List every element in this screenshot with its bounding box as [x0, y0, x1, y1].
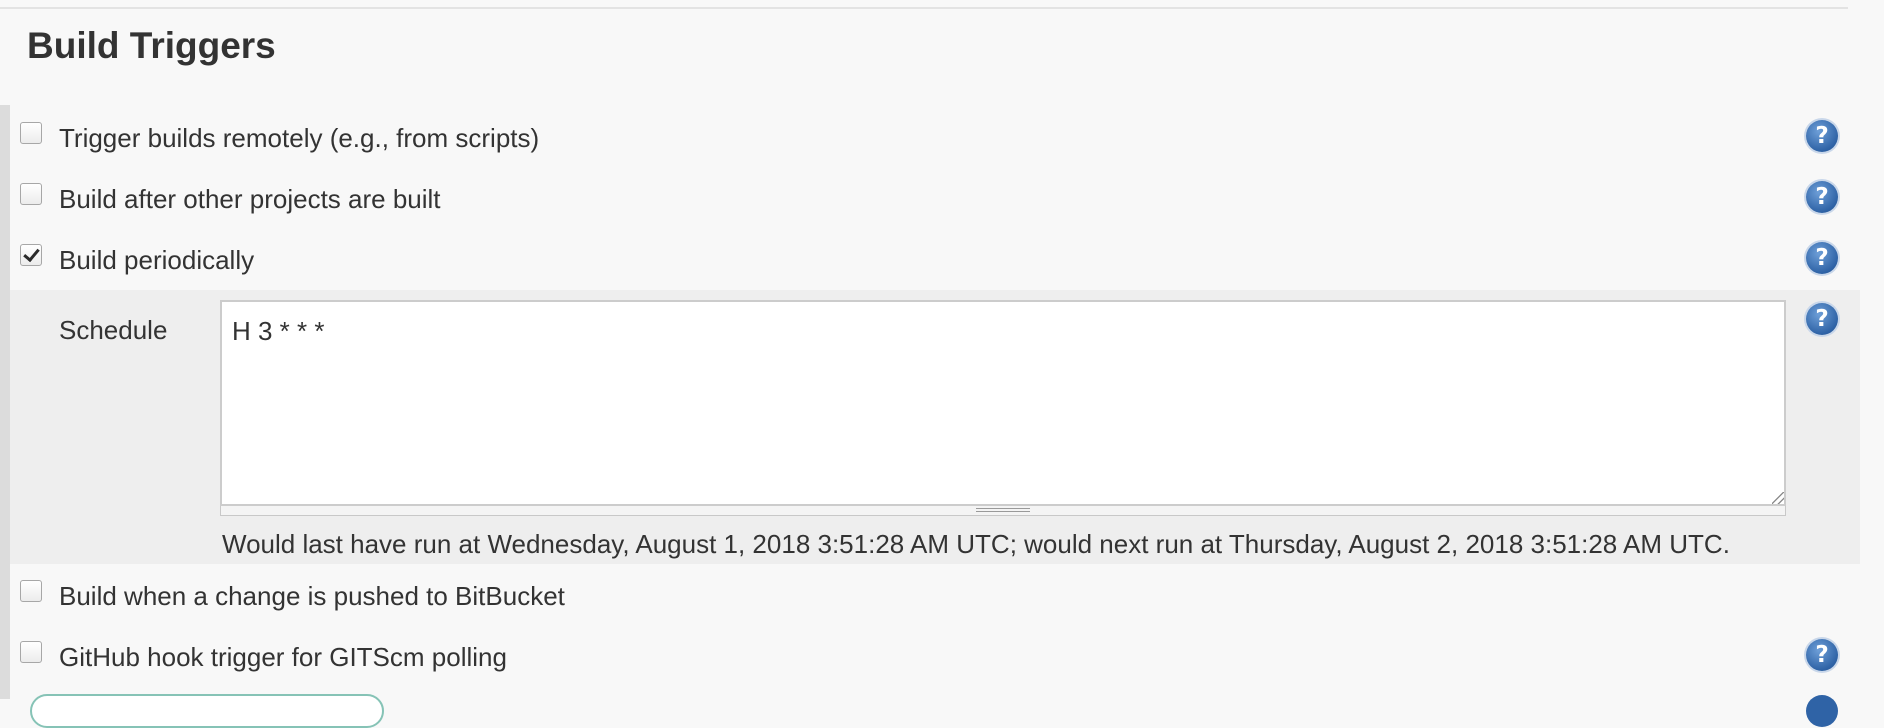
schedule-label: Schedule	[59, 315, 168, 345]
trigger-bitbucket-checkbox[interactable]	[20, 580, 42, 602]
trigger-bitbucket-label[interactable]: Build when a change is pushed to BitBuck…	[59, 581, 565, 612]
help-icon[interactable]: ?	[1806, 242, 1838, 274]
schedule-run-info: Would last have run at Wednesday, August…	[222, 529, 1730, 559]
section-title: Build Triggers	[27, 25, 276, 66]
help-icon[interactable]: ?	[1806, 120, 1838, 152]
trigger-remote-label[interactable]: Trigger builds remotely (e.g., from scri…	[59, 123, 539, 154]
trigger-periodically-checkbox[interactable]	[20, 244, 42, 266]
trigger-after-other-projects-label[interactable]: Build after other projects are built	[59, 184, 441, 215]
section-divider	[0, 7, 1848, 9]
help-icon[interactable]: ?	[1806, 639, 1838, 671]
textarea-resize-handle[interactable]	[220, 506, 1786, 516]
help-icon[interactable]: ?	[1806, 181, 1838, 213]
help-icon[interactable]: ?	[1806, 303, 1838, 335]
partial-bottom-control[interactable]	[30, 694, 384, 728]
trigger-remote-checkbox[interactable]	[20, 122, 42, 144]
help-icon[interactable]	[1806, 695, 1838, 727]
trigger-periodically-label[interactable]: Build periodically	[59, 245, 254, 276]
trigger-github-hook-checkbox[interactable]	[20, 641, 42, 663]
textarea-corner-resize-handle[interactable]	[1772, 492, 1784, 504]
trigger-github-hook-label[interactable]: GitHub hook trigger for GITScm polling	[59, 642, 507, 673]
section-indent-bar	[0, 105, 10, 699]
trigger-after-other-projects-checkbox[interactable]	[20, 183, 42, 205]
schedule-textarea[interactable]: H 3 * * *	[220, 300, 1786, 506]
